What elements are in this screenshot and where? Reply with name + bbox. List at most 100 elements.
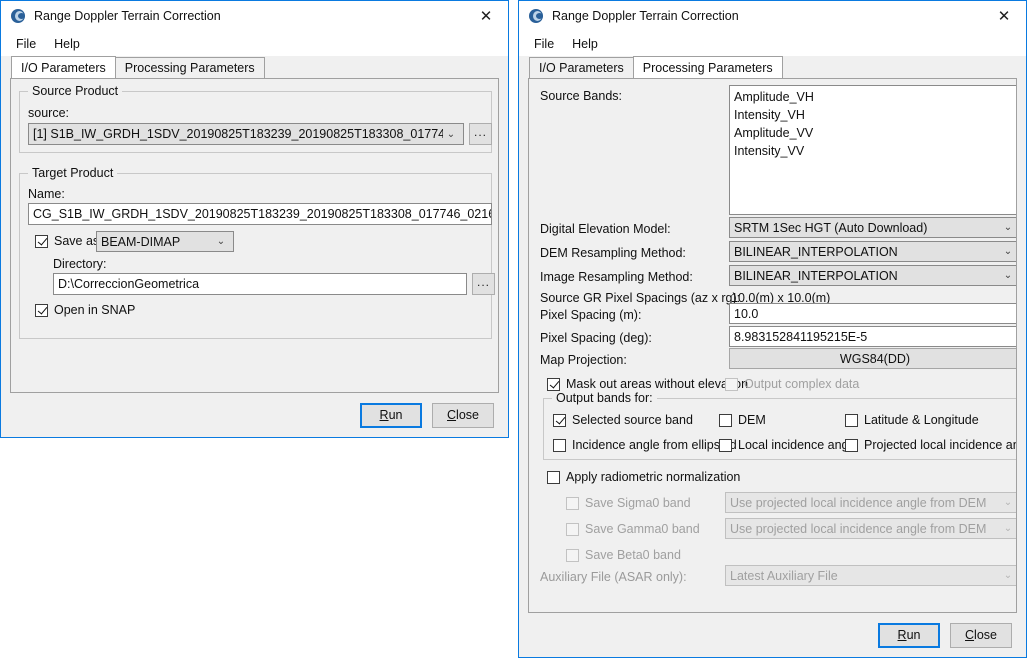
chevron-down-icon: ⌄	[1000, 246, 1016, 257]
save-format-combo-value: BEAM-DIMAP	[101, 235, 213, 249]
chevron-down-icon: ⌄	[443, 129, 459, 140]
menu-help[interactable]: Help	[45, 34, 89, 54]
list-item[interactable]: Amplitude_VV	[730, 124, 1017, 142]
left-button-bar: Run Close	[1, 393, 508, 437]
output-band-incidence-angle-ellipsoid[interactable]: Incidence angle from ellipsoid	[553, 438, 737, 452]
source-product-combo[interactable]: [1] S1B_IW_GRDH_1SDV_20190825T183239_201…	[28, 123, 464, 145]
dem-combo[interactable]: SRTM 1Sec HGT (Auto Download) ⌄	[729, 217, 1017, 238]
dem-resampling-combo[interactable]: BILINEAR_INTERPOLATION ⌄	[729, 241, 1017, 262]
dem-resampling-combo-value: BILINEAR_INTERPOLATION	[734, 245, 1000, 259]
left-tab-panel: Source Product source: [1] S1B_IW_GRDH_1…	[10, 78, 499, 393]
right-tab-panel: Source Bands: Amplitude_VH Intensity_VH …	[528, 78, 1017, 613]
dem-resampling-label: DEM Resampling Method:	[540, 246, 686, 260]
source-browse-button[interactable]: ...	[469, 123, 492, 145]
run-button[interactable]: Run	[360, 403, 422, 428]
list-item[interactable]: Intensity_VV	[730, 142, 1017, 160]
left-close-icon[interactable]: ✕	[464, 2, 508, 31]
list-item[interactable]: Intensity_VH	[730, 106, 1017, 124]
run-button-label: un	[389, 408, 403, 422]
dem-combo-value: SRTM 1Sec HGT (Auto Download)	[734, 221, 1000, 235]
pixel-spacing-deg-input[interactable]: 8.983152841195215E-5	[729, 326, 1017, 347]
source-product-combo-value: [1] S1B_IW_GRDH_1SDV_20190825T183239_201…	[33, 127, 443, 141]
tab-processing-parameters[interactable]: Processing Parameters	[115, 57, 265, 78]
output-complex-data-checkbox-box	[725, 378, 738, 391]
save-sigma0-band-label: Save Sigma0 band	[585, 496, 691, 510]
gamma0-incidence-combo: Use projected local incidence angle from…	[725, 518, 1017, 539]
output-band-local-incidence-angle[interactable]: Local incidence angle	[719, 438, 858, 452]
checkbox-box	[845, 439, 858, 452]
checkbox-box	[566, 523, 579, 536]
directory-browse-button[interactable]: ...	[472, 273, 495, 295]
tab-io-parameters[interactable]: I/O Parameters	[529, 57, 634, 78]
right-close-icon[interactable]: ✕	[982, 2, 1026, 31]
output-band-latitude-longitude[interactable]: Latitude & Longitude	[845, 413, 979, 427]
mask-out-elevation-checkbox[interactable]: Mask out areas without elevation	[547, 377, 748, 391]
close-button-mnemonic: C	[447, 408, 456, 422]
chevron-down-icon: ⌄	[1000, 523, 1016, 534]
pixel-spacing-m-label: Pixel Spacing (m):	[540, 308, 641, 322]
apply-radiometric-normalization-checkbox-box	[547, 471, 560, 484]
menu-help[interactable]: Help	[563, 34, 607, 54]
output-band-selected-source-band[interactable]: Selected source band	[553, 413, 693, 427]
map-projection-label: Map Projection:	[540, 353, 627, 367]
output-complex-data-label: Output complex data	[744, 377, 859, 391]
save-as-checkbox[interactable]: Save as:	[35, 234, 103, 248]
right-dialog-window: Range Doppler Terrain Correction ✕ File …	[518, 0, 1027, 658]
tab-processing-parameters[interactable]: Processing Parameters	[633, 56, 783, 78]
auxiliary-file-label: Auxiliary File (ASAR only):	[540, 570, 687, 584]
save-format-combo[interactable]: BEAM-DIMAP ⌄	[96, 231, 234, 252]
output-band-dem[interactable]: DEM	[719, 413, 766, 427]
source-bands-listbox[interactable]: Amplitude_VH Intensity_VH Amplitude_VV I…	[729, 85, 1017, 215]
output-band-label: Latitude & Longitude	[864, 413, 979, 427]
save-as-checkbox-box	[35, 235, 48, 248]
chevron-down-icon: ⌄	[1000, 222, 1016, 233]
target-product-group-title: Target Product	[28, 166, 117, 180]
close-button-label: lose	[974, 628, 997, 642]
left-window-title: Range Doppler Terrain Correction	[34, 9, 464, 23]
right-button-bar: Run Close	[519, 613, 1026, 657]
menu-file[interactable]: File	[7, 34, 45, 54]
snap-app-icon	[10, 8, 26, 24]
checkbox-box	[719, 439, 732, 452]
checkbox-box	[566, 549, 579, 562]
target-name-input[interactable]: CG_S1B_IW_GRDH_1SDV_20190825T183239_2019…	[28, 203, 492, 225]
apply-radiometric-normalization-label: Apply radiometric normalization	[566, 470, 740, 484]
run-button[interactable]: Run	[878, 623, 940, 648]
target-name-label: Name:	[28, 187, 65, 201]
screen-root: Range Doppler Terrain Correction ✕ File …	[0, 0, 1027, 658]
save-beta0-band-checkbox: Save Beta0 band	[566, 548, 681, 562]
directory-label: Directory:	[53, 257, 106, 271]
output-band-label: Projected local incidence angle	[864, 438, 1017, 452]
output-band-projected-local-incidence-angle[interactable]: Projected local incidence angle	[845, 438, 1017, 452]
directory-input[interactable]: D:\CorreccionGeometrica	[53, 273, 467, 295]
close-button[interactable]: Close	[432, 403, 494, 428]
open-in-snap-checkbox[interactable]: Open in SNAP	[35, 303, 135, 317]
source-product-group-title: Source Product	[28, 84, 122, 98]
source-gr-label: Source GR Pixel Spacings (az x rg):	[540, 291, 740, 305]
checkbox-box	[566, 497, 579, 510]
left-menubar: File Help	[1, 31, 508, 56]
close-button-mnemonic: C	[965, 628, 974, 642]
close-button[interactable]: Close	[950, 623, 1012, 648]
checkbox-box	[553, 439, 566, 452]
open-in-snap-label: Open in SNAP	[54, 303, 135, 317]
auxiliary-file-combo: Latest Auxiliary File ⌄	[725, 565, 1017, 586]
map-projection-button[interactable]: WGS84(DD)	[729, 348, 1017, 369]
pixel-spacing-m-input[interactable]: 10.0	[729, 303, 1017, 324]
right-menubar: File Help	[519, 31, 1026, 56]
image-resampling-combo[interactable]: BILINEAR_INTERPOLATION ⌄	[729, 265, 1017, 286]
save-gamma0-band-checkbox: Save Gamma0 band	[566, 522, 700, 536]
snap-app-icon	[528, 8, 544, 24]
mask-out-elevation-label: Mask out areas without elevation	[566, 377, 748, 391]
left-tabstrip: I/O Parameters Processing Parameters	[1, 56, 508, 78]
list-item[interactable]: Amplitude_VH	[730, 88, 1017, 106]
save-sigma0-band-checkbox: Save Sigma0 band	[566, 496, 691, 510]
right-tabstrip: I/O Parameters Processing Parameters	[519, 56, 1026, 78]
apply-radiometric-normalization-checkbox[interactable]: Apply radiometric normalization	[547, 470, 740, 484]
output-bands-group-title: Output bands for:	[552, 391, 657, 405]
checkbox-box	[845, 414, 858, 427]
menu-file[interactable]: File	[525, 34, 563, 54]
tab-io-parameters[interactable]: I/O Parameters	[11, 56, 116, 78]
right-window-title: Range Doppler Terrain Correction	[552, 9, 982, 23]
checkbox-box	[719, 414, 732, 427]
